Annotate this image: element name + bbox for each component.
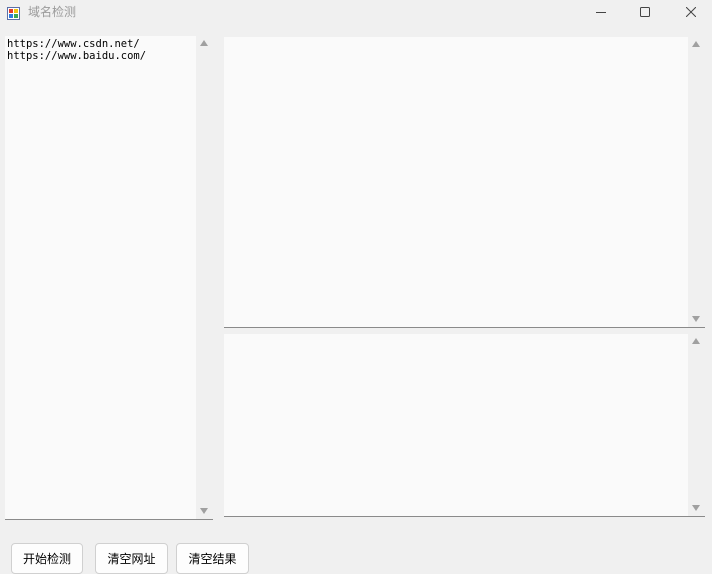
scroll-up-arrow-icon[interactable] bbox=[692, 41, 700, 47]
minimize-button[interactable] bbox=[578, 0, 624, 24]
results-top-textbox[interactable] bbox=[224, 37, 705, 328]
scroll-up-arrow-icon[interactable] bbox=[200, 40, 208, 46]
url-list-textbox[interactable]: https://www.csdn.net/https://www.baidu.c… bbox=[5, 36, 213, 520]
start-check-button[interactable]: 开始检测 bbox=[11, 543, 83, 574]
title-bar[interactable]: 域名检测 bbox=[0, 0, 712, 24]
url-line: https://www.csdn.net/ bbox=[7, 38, 140, 50]
scroll-down-arrow-icon[interactable] bbox=[200, 508, 208, 514]
window-title: 域名检测 bbox=[28, 5, 77, 19]
results-bottom-content bbox=[226, 334, 688, 516]
url-list-scrollbar[interactable] bbox=[196, 36, 213, 519]
scroll-down-arrow-icon[interactable] bbox=[692, 505, 700, 511]
scroll-down-arrow-icon[interactable] bbox=[692, 316, 700, 322]
results-top-content bbox=[226, 37, 688, 327]
results-bottom-scrollbar[interactable] bbox=[688, 334, 705, 516]
app-icon bbox=[7, 5, 20, 20]
url-list-content: https://www.csdn.net/https://www.baidu.c… bbox=[7, 36, 196, 519]
close-button[interactable] bbox=[668, 0, 712, 24]
results-top-scrollbar[interactable] bbox=[688, 37, 705, 327]
results-bottom-textbox[interactable] bbox=[224, 334, 705, 517]
minimize-icon bbox=[596, 7, 606, 17]
url-line: https://www.baidu.com/ bbox=[7, 50, 147, 62]
scroll-up-arrow-icon[interactable] bbox=[692, 338, 700, 344]
main-window: 域名检测 https://www.csdn.net/https://www.ba… bbox=[0, 0, 712, 574]
maximize-button[interactable] bbox=[622, 0, 668, 24]
clear-results-button[interactable]: 清空结果 bbox=[176, 543, 249, 574]
clear-urls-button[interactable]: 清空网址 bbox=[95, 543, 168, 574]
close-icon bbox=[686, 7, 696, 17]
maximize-icon bbox=[640, 7, 650, 17]
